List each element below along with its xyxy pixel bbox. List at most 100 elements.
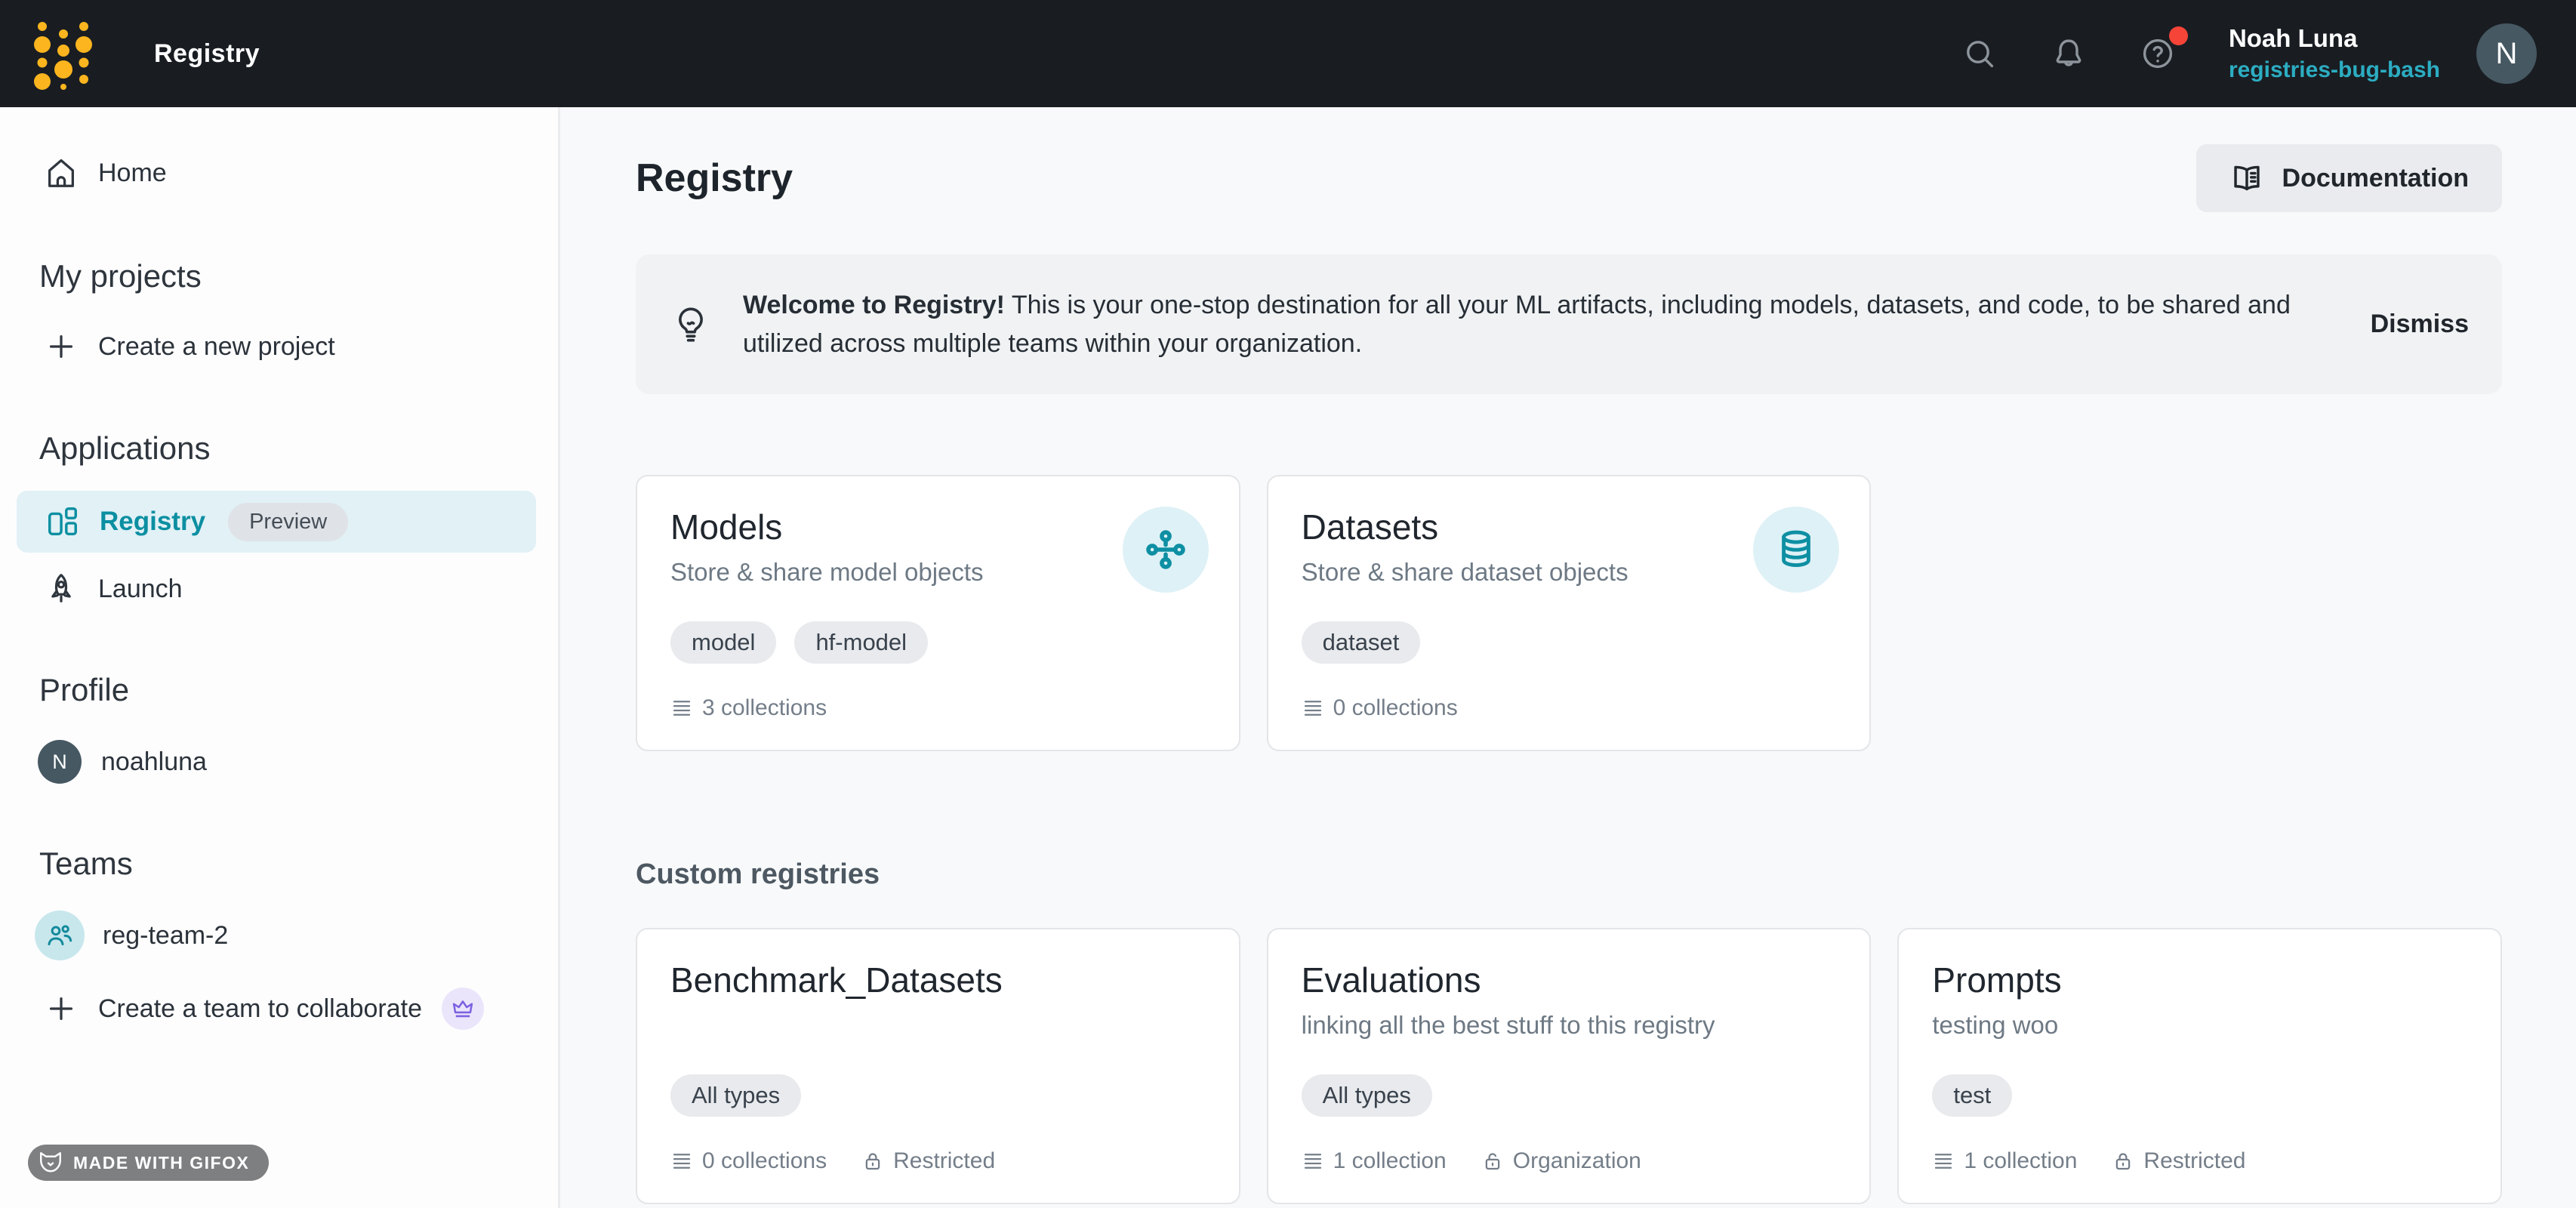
collections-icon (670, 697, 693, 720)
visibility-status: Restricted (861, 1148, 995, 1174)
card-subtitle (670, 1009, 1206, 1041)
tag: test (1932, 1074, 2012, 1117)
gifox-label: MADE WITH GIFOX (73, 1153, 249, 1173)
banner-message: Welcome to Registry! This is your one-st… (743, 286, 2309, 363)
sidebar-item-label: Create a new project (98, 332, 335, 362)
tag: hf-model (794, 621, 928, 664)
upgrade-crown-badge (442, 988, 484, 1030)
registry-card-models[interactable]: Models Store & share model objects model… (636, 475, 1240, 751)
sidebar-item-team[interactable]: reg-team-2 (35, 911, 228, 960)
team-avatar (35, 911, 85, 960)
collections-count: 1 collection (1932, 1148, 2077, 1174)
card-subtitle: linking all the best stuff to this regis… (1302, 1009, 1837, 1041)
tag: model (670, 621, 776, 664)
registry-card-prompts[interactable]: Prompts testing woo test 1 collection (1897, 928, 2502, 1204)
user-info: Noah Luna registries-bug-bash (2229, 24, 2440, 83)
visibility-status: Restricted (2112, 1148, 2245, 1174)
plus-icon (44, 329, 79, 364)
book-icon (2229, 161, 2264, 196)
help-button[interactable] (2140, 35, 2176, 72)
card-title: Evaluations (1302, 958, 1837, 1002)
tag: All types (1302, 1074, 1432, 1117)
sidebar-item-registry-selected[interactable]: Registry Preview (17, 491, 536, 553)
home-icon (44, 156, 79, 190)
collections-count: 0 collections (1302, 695, 1458, 721)
custom-registries-row: Benchmark_Datasets All types 0 collectio… (636, 928, 2502, 1196)
notification-dot (2169, 26, 2188, 45)
sidebar-item-label: Create a team to collaborate (98, 994, 422, 1024)
collections-icon (670, 1150, 693, 1173)
card-tags: All types (1302, 1074, 1837, 1117)
collections-count: 3 collections (670, 695, 827, 721)
profile-avatar: N (38, 740, 82, 784)
collections-icon (1302, 1150, 1324, 1173)
banner-message-bold: Welcome to Registry! (743, 291, 1005, 319)
sidebar-item-label: Launch (98, 575, 183, 604)
sidebar-item-profile[interactable]: N noahluna (38, 740, 207, 784)
sidebar-item-label: Registry (100, 507, 205, 537)
notifications-button[interactable] (2051, 35, 2087, 72)
card-meta: 1 collection Organization (1302, 1148, 1837, 1174)
top-navigation-bar: Registry Noah Luna registries-bug-bash (0, 0, 2576, 107)
registry-card-benchmark-datasets[interactable]: Benchmark_Datasets All types 0 collectio… (636, 928, 1240, 1204)
documentation-label: Documentation (2282, 164, 2469, 193)
fox-icon (37, 1149, 64, 1176)
collections-count: 1 collection (1302, 1148, 1447, 1174)
sidebar-item-home[interactable]: Home (44, 156, 167, 190)
tag: All types (670, 1074, 801, 1117)
documentation-button[interactable]: Documentation (2196, 144, 2502, 212)
wandb-logo[interactable] (33, 17, 92, 90)
sidebar-item-label: reg-team-2 (103, 921, 228, 951)
core-registries-row: Models Store & share model objects model… (636, 475, 2502, 739)
lightbulb-icon (670, 304, 711, 345)
sidebar-item-create-project[interactable]: Create a new project (44, 329, 335, 364)
lock-icon (861, 1150, 884, 1173)
unlock-icon (1481, 1150, 1504, 1173)
model-icon (1123, 507, 1209, 593)
bell-icon (2051, 35, 2087, 72)
rocket-icon (44, 572, 79, 606)
card-title: Benchmark_Datasets (670, 958, 1206, 1002)
registry-card-evaluations[interactable]: Evaluations linking all the best stuff t… (1267, 928, 1872, 1204)
gifox-watermark: MADE WITH GIFOX (28, 1145, 269, 1181)
teams-heading: Teams (39, 846, 133, 882)
user-org-link[interactable]: registries-bug-bash (2229, 57, 2440, 84)
custom-registries-heading: Custom registries (636, 858, 880, 891)
card-subtitle: testing woo (1932, 1009, 2467, 1041)
page-title: Registry (636, 156, 793, 201)
plus-icon (44, 991, 79, 1026)
sidebar-item-launch[interactable]: Launch (44, 572, 183, 606)
card-tags: dataset (1302, 621, 1837, 664)
dismiss-button[interactable]: Dismiss (2371, 310, 2469, 339)
card-meta: 1 collection Restricted (1932, 1148, 2467, 1174)
crown-icon (450, 996, 476, 1022)
sidebar: Home My projects Create a new project Ap… (0, 107, 560, 1208)
topbar-actions: Noah Luna registries-bug-bash N (1961, 23, 2576, 84)
user-name: Noah Luna (2229, 24, 2440, 53)
search-button[interactable] (1961, 35, 1998, 72)
registry-grid-icon (45, 504, 80, 539)
user-avatar[interactable]: N (2476, 23, 2537, 84)
people-icon (45, 920, 75, 951)
collections-icon (1302, 697, 1324, 720)
preview-badge: Preview (228, 503, 348, 541)
dataset-icon (1753, 507, 1839, 593)
app-title: Registry (154, 39, 260, 69)
main-content: Registry Documentation Welcome to Regist… (562, 107, 2576, 1208)
card-meta: 0 collections Restricted (670, 1148, 1206, 1174)
collections-count: 0 collections (670, 1148, 827, 1174)
card-title: Prompts (1932, 958, 2467, 1002)
welcome-banner: Welcome to Registry! This is your one-st… (636, 254, 2502, 394)
sidebar-item-label: Home (98, 159, 167, 188)
sidebar-item-label: noahluna (101, 747, 207, 777)
visibility-status: Organization (1481, 1148, 1641, 1174)
card-meta: 3 collections (670, 695, 1206, 721)
registry-card-datasets[interactable]: Datasets Store & share dataset objects d… (1267, 475, 1872, 751)
sidebar-item-create-team[interactable]: Create a team to collaborate (44, 988, 484, 1030)
tag: dataset (1302, 621, 1421, 664)
card-meta: 0 collections (1302, 695, 1837, 721)
profile-heading: Profile (39, 672, 129, 708)
search-icon (1961, 35, 1998, 72)
lock-icon (2112, 1150, 2134, 1173)
collections-icon (1932, 1150, 1955, 1173)
